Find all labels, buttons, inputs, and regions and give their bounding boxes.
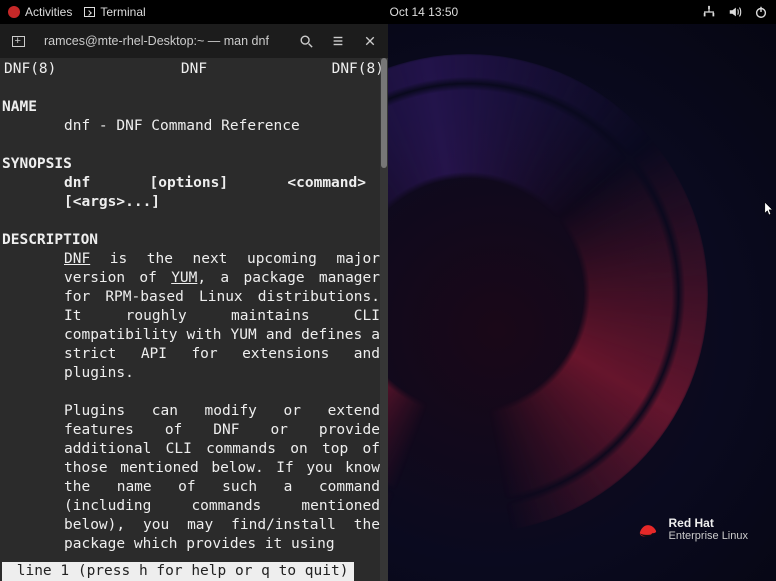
brand-line1: Red Hat — [669, 517, 749, 530]
clock-label: Oct 14 13:50 — [389, 5, 458, 19]
section-name: NAME — [2, 98, 386, 117]
new-tab-icon — [12, 36, 25, 47]
desc-yum-link: YUM — [171, 270, 197, 286]
syn-command: <command> — [287, 174, 366, 193]
desc-p1b: , a package manager for RPM-based Linux … — [64, 270, 380, 381]
wallpaper-swirl — [388, 54, 708, 534]
network-icon[interactable] — [702, 5, 716, 19]
close-button[interactable] — [356, 28, 384, 54]
search-icon — [299, 34, 313, 48]
terminal-window: ramces@mte-rhel-Desktop:~ — man dnf DNF(… — [0, 24, 388, 581]
activities-button[interactable]: Activities — [8, 5, 72, 19]
desktop-wallpaper: Red Hat Enterprise Linux — [388, 24, 776, 581]
synopsis-line1: dnf [options] <command> — [2, 174, 386, 193]
desc-paragraph-2: Plugins can modify or extend features of… — [2, 402, 386, 554]
window-titlebar: ramces@mte-rhel-Desktop:~ — man dnf — [0, 24, 388, 58]
mouse-cursor — [764, 201, 774, 217]
section-synopsis: SYNOPSIS — [2, 155, 386, 174]
terminal-icon — [84, 7, 95, 17]
search-button[interactable] — [292, 28, 320, 54]
brand-line2: Enterprise Linux — [669, 530, 749, 543]
man-header-center: DNF — [181, 60, 207, 79]
volume-icon[interactable] — [728, 5, 742, 19]
redhat-text: Red Hat Enterprise Linux — [669, 517, 749, 543]
desc-dnf-link: DNF — [64, 251, 90, 267]
gnome-topbar: Activities Terminal Oct 14 13:50 — [0, 0, 776, 24]
scrollbar-thumb[interactable] — [381, 58, 387, 168]
name-line: dnf - DNF Command Reference — [2, 117, 386, 136]
terminal-viewport[interactable]: DNF(8) DNF DNF(8) NAME dnf - DNF Command… — [0, 58, 388, 581]
power-icon[interactable] — [754, 5, 768, 19]
distro-icon — [8, 6, 20, 18]
clock[interactable]: Oct 14 13:50 — [389, 5, 458, 19]
pager-status-line: line 1 (press h for help or q to quit) — [2, 562, 354, 581]
syn-options: [options] — [150, 174, 229, 193]
close-icon — [364, 35, 376, 47]
syn-cmd: dnf — [64, 174, 90, 193]
hamburger-icon — [331, 34, 345, 48]
system-tray — [702, 5, 768, 19]
redhat-branding: Red Hat Enterprise Linux — [635, 517, 749, 543]
desc-paragraph-1: DNF is the next upcoming major version o… — [2, 250, 386, 383]
topbar-left: Activities Terminal — [8, 5, 146, 19]
active-app-indicator[interactable]: Terminal — [84, 5, 145, 19]
new-tab-button[interactable] — [4, 28, 32, 54]
synopsis-line2: [<args>...] — [2, 193, 386, 212]
activities-label: Activities — [25, 5, 72, 19]
man-header-right: DNF(8) — [332, 60, 384, 79]
active-app-label: Terminal — [100, 5, 145, 19]
section-description: DESCRIPTION — [2, 231, 386, 250]
terminal-scrollbar[interactable] — [380, 58, 388, 581]
man-header-left: DNF(8) — [4, 60, 56, 79]
window-title: ramces@mte-rhel-Desktop:~ — man dnf — [36, 34, 288, 48]
man-header: DNF(8) DNF DNF(8) — [2, 60, 386, 79]
menu-button[interactable] — [324, 28, 352, 54]
redhat-hat-icon — [635, 520, 661, 540]
